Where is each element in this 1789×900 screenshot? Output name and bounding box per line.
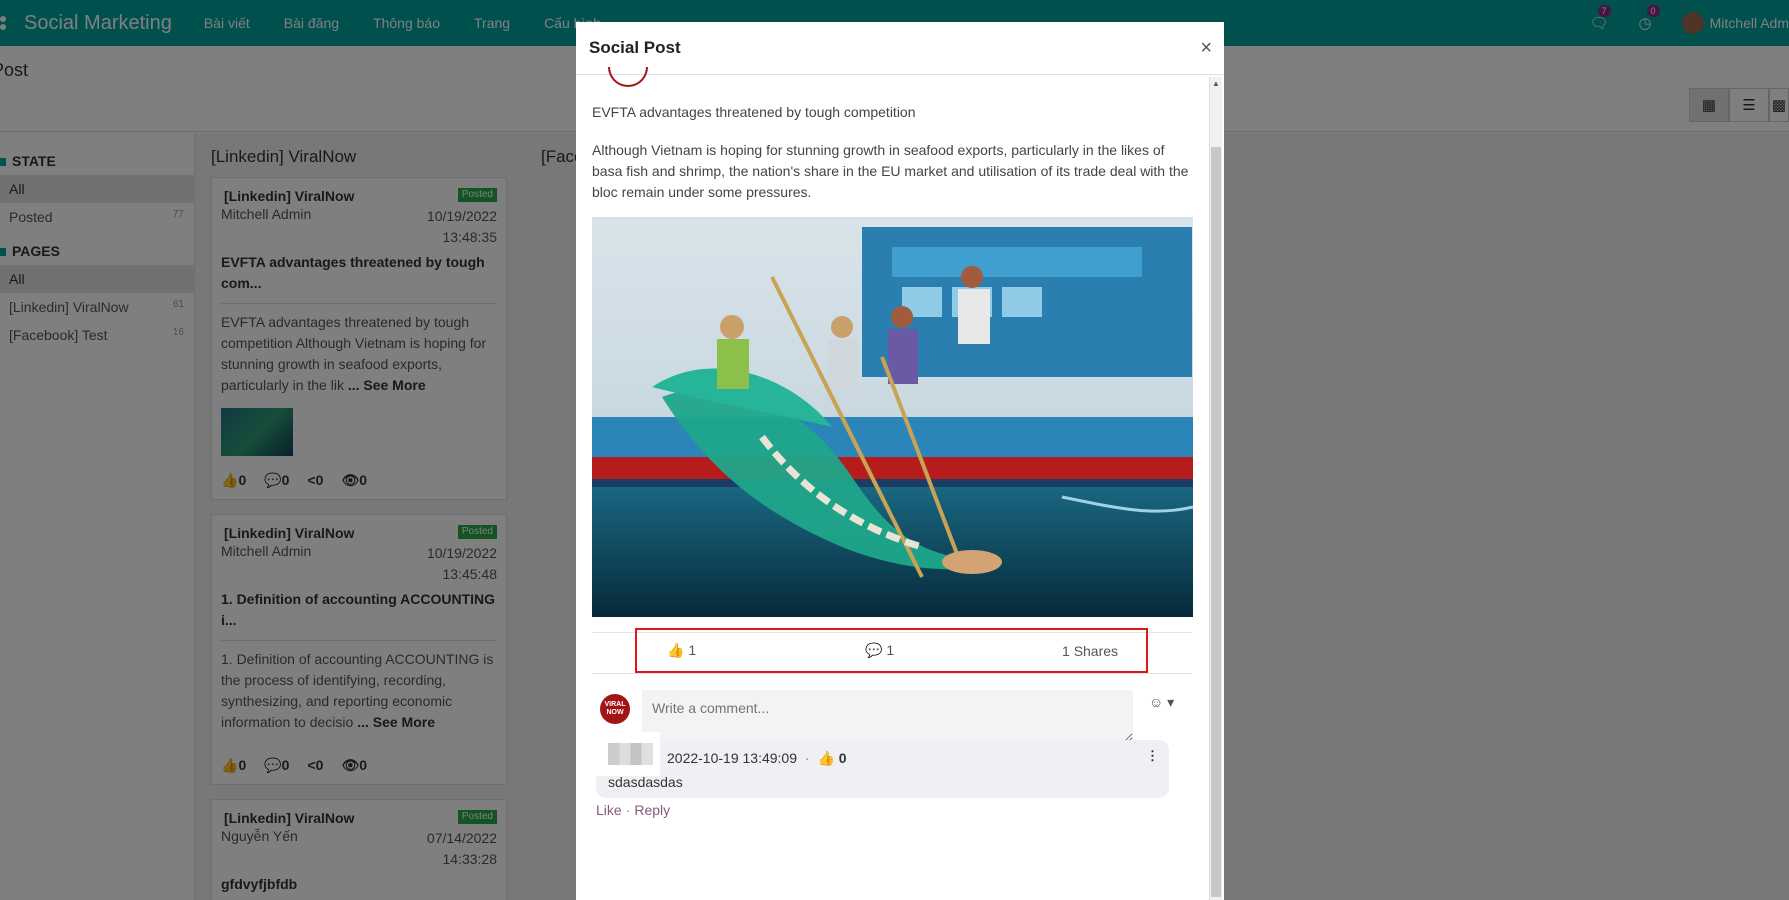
comment-like-count: 0 <box>838 750 847 766</box>
close-icon[interactable]: × <box>1200 37 1212 60</box>
post-text: Although Vietnam is hoping for stunning … <box>592 142 1189 200</box>
more-options-icon[interactable]: ⋮ <box>1146 748 1159 764</box>
avatar <box>596 732 660 776</box>
thumbs-up-icon: 👍 <box>817 750 835 766</box>
like-link[interactable]: Like <box>596 802 622 818</box>
emoji-icon[interactable]: ☺ ▾ <box>1149 694 1174 711</box>
comment-icon: 💬 <box>865 642 883 658</box>
comment-item: 2022-10-19 13:49:09 · 👍 0 ⋮ sdasdasdas L… <box>596 732 1169 818</box>
comment-timestamp: 2022-10-19 13:49:09 <box>667 750 797 766</box>
modal-body: EVFTA advantages threatened by tough com… <box>592 67 1193 754</box>
share-value: 1 <box>1062 642 1070 659</box>
post-stats-row: 👍 1 💬 1 1 Shares <box>592 628 1192 674</box>
comment-bubble: 2022-10-19 13:49:09 · 👍 0 ⋮ sdasdasdas <box>596 732 1169 798</box>
post-image <box>592 217 1193 617</box>
scrollbar[interactable]: ▲ <box>1209 77 1222 900</box>
reply-link[interactable]: Reply <box>634 802 670 818</box>
scroll-thumb[interactable] <box>1211 147 1221 897</box>
post-like-count[interactable]: 👍 1 <box>667 642 696 659</box>
comment-input[interactable] <box>642 690 1133 743</box>
like-icon: 👍 <box>667 642 685 658</box>
comment-meta: 2022-10-19 13:49:09 · 👍 0 <box>667 750 847 766</box>
fishing-boat-photo <box>592 217 1193 617</box>
highlighted-stats-box: 👍 1 💬 1 1 Shares <box>635 628 1148 673</box>
scroll-up-icon[interactable]: ▲ <box>1212 79 1220 88</box>
page-avatar <box>608 67 648 87</box>
like-value: 1 <box>688 642 697 658</box>
post-comment-count[interactable]: 💬 1 <box>865 642 894 659</box>
social-post-dialog: Social Post × ▲ EVFTA advantages threate… <box>576 22 1224 900</box>
comment-actions: Like · Reply <box>596 802 671 818</box>
post-share-count[interactable]: 1 Shares <box>1062 643 1118 659</box>
shares-label: Shares <box>1073 642 1119 659</box>
post-title: EVFTA advantages threatened by tough com… <box>592 104 916 120</box>
avatar: VIRAL NOW <box>600 694 630 724</box>
comment-text: sdasdasdas <box>608 774 683 790</box>
comment-value: 1 <box>886 642 895 658</box>
modal-title: Social Post <box>589 38 681 57</box>
modal-header: Social Post × <box>576 22 1224 75</box>
